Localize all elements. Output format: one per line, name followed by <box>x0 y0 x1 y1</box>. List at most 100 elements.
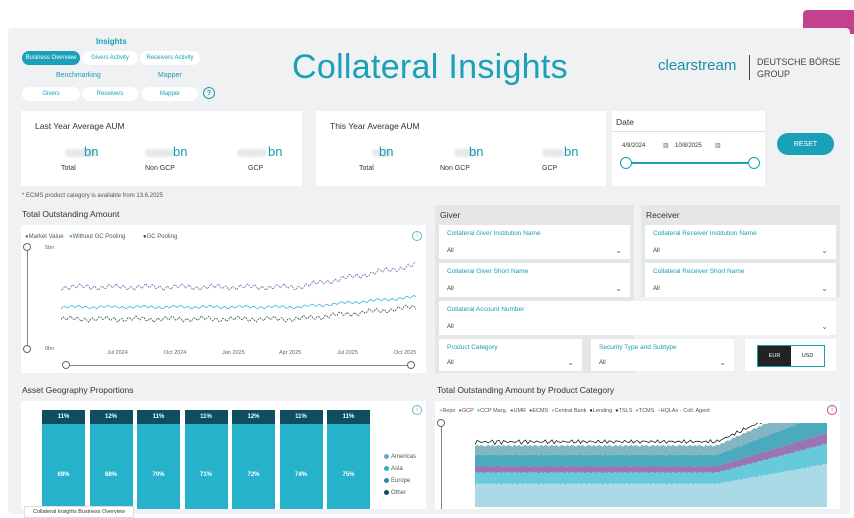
info-icon[interactable]: i <box>412 231 422 241</box>
geography-bar[interactable]: 12% 72% <box>232 410 275 509</box>
receiver-short-name-dropdown[interactable]: Collateral Receiver Short Name All ⌄ <box>645 263 836 297</box>
bar-segment-label: 11% <box>327 410 370 424</box>
legend-item: ●GCP <box>458 408 473 414</box>
zoom-handle-top[interactable] <box>437 419 445 427</box>
zoom-handle-bottom[interactable] <box>23 345 31 353</box>
date-range-track[interactable] <box>626 162 754 164</box>
legend-label: Asia <box>391 466 403 473</box>
x-tick: Jul 2024 <box>107 350 128 356</box>
field-label: Collateral Account Number <box>447 306 525 313</box>
tab-receivers-activity[interactable]: Receivers Activity <box>140 51 200 65</box>
product-area-chart <box>475 423 827 507</box>
legend-item: ●UMR <box>510 408 526 414</box>
bar-segment: 71% <box>184 424 228 509</box>
chevron-down-icon: ⌄ <box>821 284 828 293</box>
y-axis-bottom-label: 0bn <box>45 346 55 352</box>
vertical-zoom-track[interactable] <box>441 423 442 509</box>
geography-bar[interactable]: 11% 70% <box>137 410 180 509</box>
geography-title: Asset Geography Proportions <box>22 385 134 395</box>
chevron-down-icon: ⌄ <box>567 358 574 367</box>
currency-option-eur[interactable]: EUR <box>758 346 791 366</box>
geography-bar[interactable]: 11% 75% <box>327 410 370 509</box>
kpi-title: Last Year Average AUM <box>35 121 125 131</box>
info-icon[interactable]: i <box>827 405 837 415</box>
field-value: All <box>653 248 660 254</box>
bar-segment-label: 12% <box>89 410 133 424</box>
divider <box>612 131 765 132</box>
kpi-unit: bn <box>469 144 484 159</box>
bar-segment-label: 11% <box>184 410 228 424</box>
kpi-card-last-year: Last Year Average AUM bn bn bn Total Non… <box>21 111 302 186</box>
calendar-icon[interactable]: ▥ <box>663 142 669 149</box>
tab-mapper[interactable]: Mapper <box>142 87 198 101</box>
geography-bar[interactable]: 11% 69% <box>42 410 85 509</box>
product-legend: ●Repo ●GCP ●CCP Marg. ●UMR ●ECMS ●Central Ban… <box>439 408 824 414</box>
reset-button[interactable]: RESET <box>777 133 834 155</box>
kpi-card-this-year: This Year Average AUM bn bn bn Total Non… <box>316 111 606 186</box>
date-slicer: Date 4/9/2024 ▥ 10/8/2025 ▥ <box>612 111 765 186</box>
mapper-label: Mapper <box>158 72 182 79</box>
bar-segment: 74% <box>279 424 323 509</box>
legend-label: Europe <box>391 478 411 485</box>
field-label: Collateral Giver Short Name <box>447 268 529 275</box>
legend-label: Without GC Pooling <box>72 234 126 240</box>
tab-business-overview[interactable]: Business Overview <box>22 51 80 65</box>
legend-item: Asia <box>384 466 403 472</box>
legend-dot <box>384 490 389 495</box>
giver-institution-dropdown[interactable]: Collateral Giver Institution Name All ⌄ <box>439 225 630 259</box>
security-type-dropdown[interactable]: Security Type and Subtype All ⌄ <box>591 339 734 371</box>
date-start-handle[interactable] <box>620 157 632 169</box>
redacted-value <box>145 149 175 157</box>
tab-receivers[interactable]: Receivers <box>82 87 138 101</box>
tab-givers[interactable]: Givers <box>22 87 80 101</box>
horizontal-zoom-track[interactable] <box>66 365 411 366</box>
product-category-dropdown[interactable]: Product Category All ⌄ <box>439 339 582 371</box>
brand-group: DEUTSCHE BÖRSE GROUP <box>757 57 841 79</box>
date-end-handle[interactable] <box>748 157 760 169</box>
legend-label: GC Pooling <box>146 234 178 240</box>
geography-bar[interactable]: 12% 68% <box>89 410 133 509</box>
help-icon[interactable]: ? <box>203 87 215 99</box>
series-line <box>61 304 416 323</box>
zoom-handle-top[interactable] <box>23 243 31 251</box>
legend-label: UMR <box>513 408 527 414</box>
receiver-institution-dropdown[interactable]: Collateral Receiver Institution Name All… <box>645 225 836 259</box>
legend-item: Other <box>384 490 406 496</box>
geography-bar[interactable]: 11% 71% <box>184 410 228 509</box>
legend-label: Central Bank <box>554 408 587 414</box>
geography-bar[interactable]: 11% 74% <box>279 410 323 509</box>
info-icon[interactable]: i <box>412 405 422 415</box>
currency-toggle[interactable]: EUR USD <box>757 345 825 367</box>
zoom-handle-left[interactable] <box>62 361 70 369</box>
redacted-value <box>542 149 564 157</box>
chevron-down-icon: ⌄ <box>821 322 828 331</box>
account-number-dropdown[interactable]: Collateral Account Number All ⌄ <box>439 301 836 335</box>
page-title: Collateral Insights <box>292 48 568 86</box>
field-label: Collateral Giver Institution Name <box>447 230 541 237</box>
kpi-unit: bn <box>564 144 579 159</box>
giver-short-name-dropdown[interactable]: Collateral Giver Short Name All ⌄ <box>439 263 630 297</box>
giver-title: Giver <box>440 210 461 220</box>
zoom-handle-right[interactable] <box>407 361 415 369</box>
bar-segment-label: 68% <box>104 472 117 478</box>
legend-item: ●Lending <box>589 408 612 414</box>
calendar-icon[interactable]: ▥ <box>715 142 721 149</box>
product-chart-card: i ●Repo ●GCP ●CCP Marg. ●UMR ●ECMS ●Central B… <box>435 401 840 509</box>
y-axis-top-label: 5bn <box>45 245 55 251</box>
kpi-unit: bn <box>84 144 99 159</box>
bar-segment-label: 72% <box>247 472 260 478</box>
kpi-unit: bn <box>268 144 283 159</box>
date-end-input[interactable]: 10/8/2025 <box>675 143 702 149</box>
date-start-input[interactable]: 4/9/2024 <box>622 143 645 149</box>
chevron-down-icon: ⌄ <box>821 246 828 255</box>
bar-segment-label: 74% <box>294 472 307 478</box>
legend-dot <box>384 478 389 483</box>
kpi-label: Non GCP <box>440 165 470 172</box>
legend-item: ●GC Pooling <box>143 234 177 240</box>
vertical-zoom-track[interactable] <box>27 247 28 349</box>
page-tab[interactable]: Collateral Insights Business Overview <box>24 506 134 518</box>
bar-segment: 69% <box>42 424 85 509</box>
currency-option-usd[interactable]: USD <box>791 346 824 366</box>
tab-givers-activity[interactable]: Givers Activity <box>82 51 138 65</box>
field-value: All <box>447 324 454 330</box>
